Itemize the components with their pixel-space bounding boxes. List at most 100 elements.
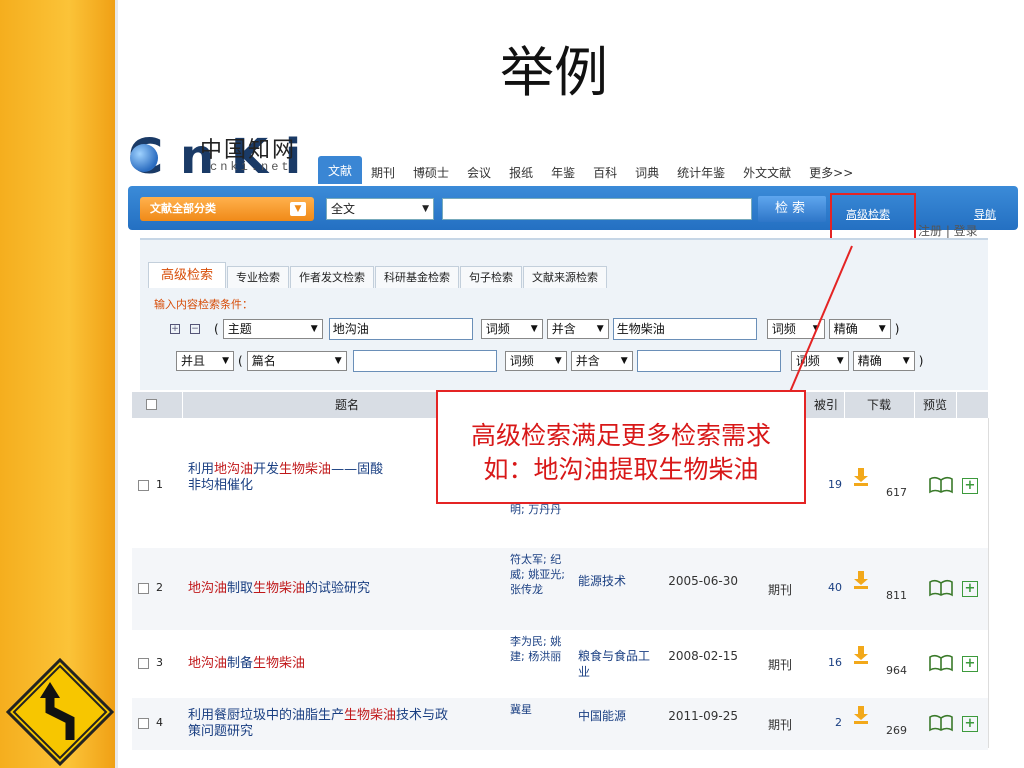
result-cited[interactable]: 40 [812, 581, 842, 594]
column-downloads[interactable]: 下载 [844, 392, 914, 418]
tab-resource[interactable]: 报纸 [500, 162, 542, 184]
add-row-icon[interactable]: + [170, 324, 180, 334]
chevron-down-icon: ▼ [310, 324, 318, 334]
result-date: 2011-09-25 [668, 709, 738, 723]
logic-value: 并且 [181, 354, 206, 368]
field-value: 篇名 [251, 354, 276, 368]
tab-resource[interactable]: 外文文献 [734, 162, 800, 184]
curve-road-sign-icon [6, 658, 114, 766]
match-value: 精确 [857, 354, 882, 368]
keyword-input-4[interactable] [636, 350, 781, 372]
combine-select-2[interactable]: 并含 ▼ [570, 351, 633, 371]
title-text: 的试验研究 [305, 581, 371, 596]
highlighted-keyword: 生物柴油 [279, 462, 332, 477]
highlighted-keyword: 生物柴油 [253, 656, 306, 671]
result-source[interactable]: 中国能源 [578, 708, 650, 724]
tab-resource[interactable]: 更多>> [800, 162, 862, 184]
search-button[interactable]: 检索 [758, 196, 826, 222]
result-source[interactable]: 能源技术 [578, 573, 650, 589]
tab-resource[interactable]: 百科 [584, 162, 626, 184]
add-icon[interactable]: + [962, 716, 978, 732]
freq-select-1a[interactable]: 词频 ▼ [480, 319, 543, 339]
tab-advanced-search[interactable]: 作者发文检索 [290, 266, 375, 288]
tab-advanced-search[interactable]: 句子检索 [460, 266, 523, 288]
result-authors[interactable]: 冀星 [510, 702, 570, 717]
title-text: 非均相催化 [188, 478, 254, 493]
chevron-down-icon: ▼ [290, 202, 306, 216]
cnki-logo[interactable]: C n K i 中国知网 cnki.net [128, 132, 313, 182]
search-input[interactable] [442, 198, 752, 220]
condition-row-2: 并且 ▼ ( 篇名 ▼ 词频 ▼ 并含 ▼ 词频 ▼ 精确 ▼ ) [176, 350, 927, 372]
download-icon[interactable] [854, 706, 868, 724]
category-dropdown[interactable]: 文献全部分类 ▼ [140, 197, 314, 221]
field-select-value: 全文 [331, 202, 356, 216]
tab-resource[interactable]: 博硕士 [404, 162, 458, 184]
column-cited[interactable]: 被引 [808, 392, 844, 418]
download-icon[interactable] [854, 468, 868, 486]
result-cited[interactable]: 2 [812, 716, 842, 729]
title-text: 制取 [227, 581, 254, 596]
field-select-1[interactable]: 主题 ▼ [222, 319, 323, 339]
remove-row-icon[interactable]: − [190, 324, 200, 334]
chevron-down-icon: ▼ [902, 356, 910, 366]
keyword-input-1[interactable]: 地沟油 [328, 318, 473, 340]
logic-select[interactable]: 并且 ▼ [176, 351, 234, 371]
field-value: 主题 [227, 322, 252, 336]
result-authors[interactable]: 符太军; 纪威; 姚亚光; 张传龙 [510, 552, 570, 597]
preview-book-icon[interactable] [928, 714, 954, 732]
keyword-input-2[interactable]: 生物柴油 [612, 318, 757, 340]
add-icon[interactable]: + [962, 581, 978, 597]
freq-select-1b[interactable]: 词频 ▼ [766, 319, 825, 339]
row-checkbox[interactable] [138, 658, 149, 669]
add-icon[interactable]: + [962, 478, 978, 494]
tab-resource[interactable]: 会议 [458, 162, 500, 184]
tab-advanced-search[interactable]: 科研基金检索 [375, 266, 460, 288]
result-cited[interactable]: 19 [812, 478, 842, 491]
chevron-down-icon: ▼ [422, 204, 429, 214]
result-authors[interactable]: 明; 万丹丹 [510, 502, 570, 517]
row-checkbox[interactable] [138, 480, 149, 491]
result-title-link[interactable]: 利用餐厨垃圾中的油脂生产生物柴油技术与政 策问题研究 [188, 708, 508, 740]
title-text: 策问题研究 [188, 724, 254, 739]
tab-resource[interactable]: 文献 [318, 156, 363, 184]
preview-book-icon[interactable] [928, 476, 954, 494]
row-checkbox[interactable] [138, 718, 149, 729]
result-source[interactable]: 粮食与食品工业 [578, 648, 650, 680]
result-authors[interactable]: 李为民; 姚建; 杨洪丽 [510, 634, 570, 664]
keyword-input-3[interactable] [352, 350, 497, 372]
row-checkbox[interactable] [138, 583, 149, 594]
freq-select-2a[interactable]: 词频 ▼ [504, 351, 567, 371]
result-cited[interactable]: 16 [812, 656, 842, 669]
table-row: 2 地沟油制取生物柴油的试验研究 符太军; 纪威; 姚亚光; 张传龙 能源技术 2005… [132, 548, 988, 630]
category-label: 文献全部分类 [150, 202, 216, 215]
result-title-link[interactable]: 地沟油制备生物柴油 [188, 656, 508, 672]
freq-select-2b[interactable]: 词频 ▼ [790, 351, 849, 371]
slide-title: 举例 [500, 41, 608, 104]
tab-resource[interactable]: 统计年鉴 [668, 162, 734, 184]
result-database: 期刊 [768, 658, 793, 672]
preview-book-icon[interactable] [928, 579, 954, 597]
result-title-link[interactable]: 地沟油制取生物柴油的试验研究 [188, 581, 508, 597]
download-icon[interactable] [854, 646, 868, 664]
preview-book-icon[interactable] [928, 654, 954, 672]
combine-select-1[interactable]: 并含 ▼ [546, 319, 609, 339]
tab-resource[interactable]: 年鉴 [542, 162, 584, 184]
tab-resource[interactable]: 词典 [626, 162, 668, 184]
tab-advanced-search[interactable]: 专业检索 [227, 266, 290, 288]
highlighted-keyword: 地沟油 [188, 581, 228, 596]
tab-advanced-search[interactable]: 文献来源检索 [523, 266, 608, 288]
match-select-1[interactable]: 精确 ▼ [828, 319, 891, 339]
download-icon[interactable] [854, 571, 868, 589]
title-text: 利用 [188, 462, 215, 477]
tab-resource[interactable]: 期刊 [362, 162, 404, 184]
login-text[interactable]: 注册 | 登录 [918, 222, 978, 239]
tab-advanced-search[interactable]: 高级检索 [148, 262, 227, 288]
field-select-2[interactable]: 篇名 ▼ [246, 351, 347, 371]
navigation-link[interactable]: 导航 [974, 206, 996, 222]
field-select[interactable]: 全文 ▼ [326, 198, 434, 220]
paren-close: ) [918, 354, 924, 368]
match-select-2[interactable]: 精确 ▼ [852, 351, 915, 371]
add-icon[interactable]: + [962, 656, 978, 672]
select-all-checkbox[interactable] [146, 399, 157, 410]
table-border [988, 418, 989, 748]
